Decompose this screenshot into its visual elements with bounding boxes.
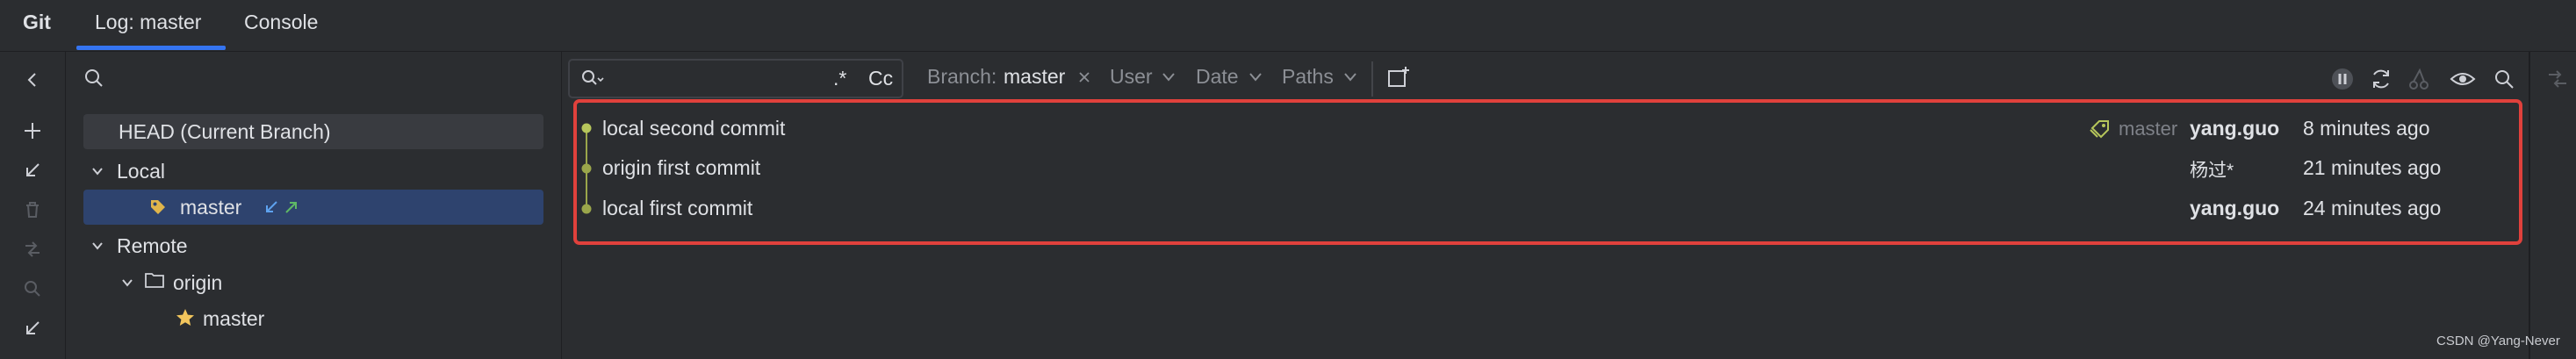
branch-filter-label[interactable]: Branch: <box>927 65 997 89</box>
delete-branch-button[interactable] <box>19 197 46 223</box>
arrow-down-left-icon <box>26 163 40 176</box>
tool-window-tab-bar: Git Log: master Console <box>0 0 2576 52</box>
search-branches-button[interactable] <box>19 276 46 302</box>
chevron-down-icon[interactable] <box>1162 72 1176 83</box>
log-search-input[interactable]: .* Cc <box>568 59 903 98</box>
chevron-down-icon[interactable] <box>1343 72 1357 83</box>
trash-icon <box>26 202 39 218</box>
new-tab-button[interactable] <box>1385 64 1412 90</box>
branch-filter-value[interactable]: master <box>1004 65 1065 89</box>
chevron-down-icon[interactable] <box>91 165 104 177</box>
clear-branch-filter-icon[interactable] <box>1077 70 1091 84</box>
git-tool-window-title: Git <box>23 11 51 33</box>
outgoing-arrow-icon <box>285 202 297 213</box>
match-case-toggle[interactable]: Cc <box>868 67 893 90</box>
arrow-down-left-icon <box>26 321 40 334</box>
compare-button[interactable] <box>2544 66 2571 92</box>
search-history-icon <box>582 70 604 85</box>
search-icon <box>85 69 103 87</box>
magnifier-icon <box>25 281 40 297</box>
head-label: HEAD (Current Branch) <box>119 120 331 143</box>
left-toolbar <box>0 52 66 359</box>
origin-folder-label[interactable]: origin <box>173 265 222 300</box>
regex-toggle[interactable]: .* <box>833 67 846 90</box>
local-group-label[interactable]: Local <box>117 154 165 189</box>
chevron-left-icon <box>27 73 36 87</box>
folder-icon <box>145 273 164 288</box>
toolbar-separator <box>1371 61 1373 97</box>
tab-log-master[interactable]: Log: master <box>95 0 201 51</box>
user-filter[interactable]: User <box>1110 65 1153 89</box>
cherry-pick-icon <box>2409 68 2428 90</box>
chevron-down-icon[interactable] <box>91 240 104 252</box>
chevron-down-icon[interactable] <box>121 276 133 289</box>
compare-arrows-icon <box>25 241 40 257</box>
branches-panel: HEAD (Current Branch) Local master Remot… <box>66 52 562 359</box>
highlight-annotation-box <box>573 99 2522 245</box>
right-panel-divider <box>2529 52 2530 359</box>
remote-group-label[interactable]: Remote <box>117 228 188 263</box>
pause-icon <box>2332 68 2353 90</box>
watermark-text: CSDN @Yang-Never <box>2436 334 2560 348</box>
refresh-button[interactable] <box>2368 66 2394 92</box>
pause-refresh-button[interactable] <box>2329 66 2356 92</box>
head-row[interactable]: HEAD (Current Branch) <box>83 114 543 149</box>
cherry-pick-button[interactable] <box>2406 66 2432 92</box>
refresh-icon <box>2373 69 2389 89</box>
plus-icon <box>25 123 40 139</box>
incoming-arrow-icon <box>266 201 277 212</box>
fetch-button[interactable] <box>19 315 46 341</box>
paths-filter[interactable]: Paths <box>1282 65 1334 89</box>
new-branch-button[interactable] <box>19 118 46 144</box>
collapse-panel-button[interactable] <box>19 67 46 93</box>
view-options-button[interactable] <box>2450 66 2476 92</box>
compare-branches-button[interactable] <box>19 236 46 262</box>
local-master-branch-row[interactable]: master <box>83 190 543 225</box>
update-branch-button[interactable] <box>19 157 46 183</box>
tab-console[interactable]: Console <box>244 0 318 51</box>
star-icon <box>176 309 194 326</box>
date-filter[interactable]: Date <box>1196 65 1239 89</box>
branch-search-field[interactable] <box>83 68 104 89</box>
eye-icon <box>2450 73 2476 85</box>
compare-arrows-icon <box>2549 70 2566 88</box>
search-icon <box>2495 70 2514 89</box>
branch-tag-icon <box>151 200 165 214</box>
search-log-button[interactable] <box>2491 66 2517 92</box>
active-tab-indicator <box>76 46 226 50</box>
chevron-down-icon[interactable] <box>1248 72 1263 83</box>
local-master-label: master <box>180 196 242 219</box>
origin-master-label[interactable]: master <box>203 301 264 336</box>
new-tab-icon <box>1388 67 1409 87</box>
